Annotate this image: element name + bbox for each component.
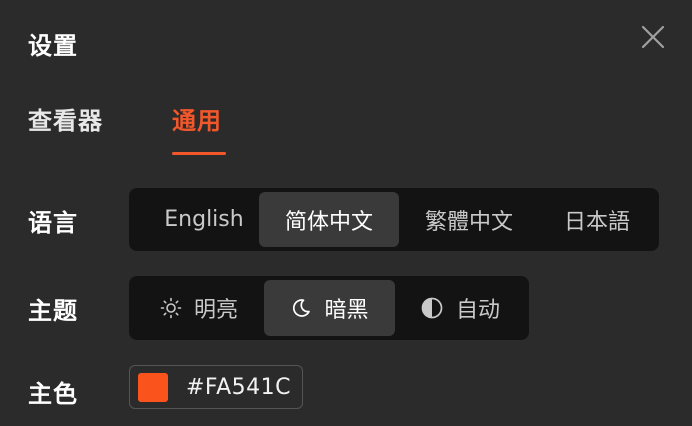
theme-option-dark-label: 暗黑: [324, 298, 369, 323]
language-label: 语言: [28, 209, 78, 237]
theme-option-light[interactable]: 明亮: [139, 280, 259, 336]
color-hex-value: #FA541C: [186, 375, 291, 400]
primary-color-picker[interactable]: #FA541C: [129, 365, 303, 409]
active-tab-indicator: [172, 152, 226, 155]
theme-option-light-label: 明亮: [193, 298, 238, 323]
theme-label: 主题: [28, 297, 78, 325]
primary-color-label: 主色: [28, 380, 78, 408]
tab-general[interactable]: 通用: [172, 101, 222, 136]
sun-icon: [160, 297, 182, 319]
theme-option-dark[interactable]: 暗黑: [264, 280, 395, 336]
language-option-simplified-chinese[interactable]: 简体中文: [259, 192, 399, 247]
language-option-english[interactable]: English: [139, 192, 269, 247]
close-icon: [641, 25, 665, 49]
theme-option-auto-label: 自动: [455, 298, 500, 323]
settings-dialog: 设置 查看器 通用 语言 English 简体中文 繁體中文 日本語 主题 明亮…: [0, 0, 692, 426]
language-segmented-control: English 简体中文 繁體中文 日本語: [129, 188, 659, 251]
theme-segmented-control: 明亮 暗黑 自动: [129, 276, 529, 340]
dialog-title: 设置: [28, 32, 78, 60]
color-swatch[interactable]: [138, 373, 168, 402]
moon-icon: [293, 299, 311, 317]
language-option-traditional-chinese[interactable]: 繁體中文: [401, 192, 537, 247]
tab-viewer[interactable]: 查看器: [28, 101, 103, 136]
close-button[interactable]: [636, 20, 670, 54]
half-circle-icon: [421, 297, 443, 319]
theme-option-auto[interactable]: 自动: [399, 280, 521, 336]
language-option-japanese[interactable]: 日本語: [537, 192, 657, 247]
